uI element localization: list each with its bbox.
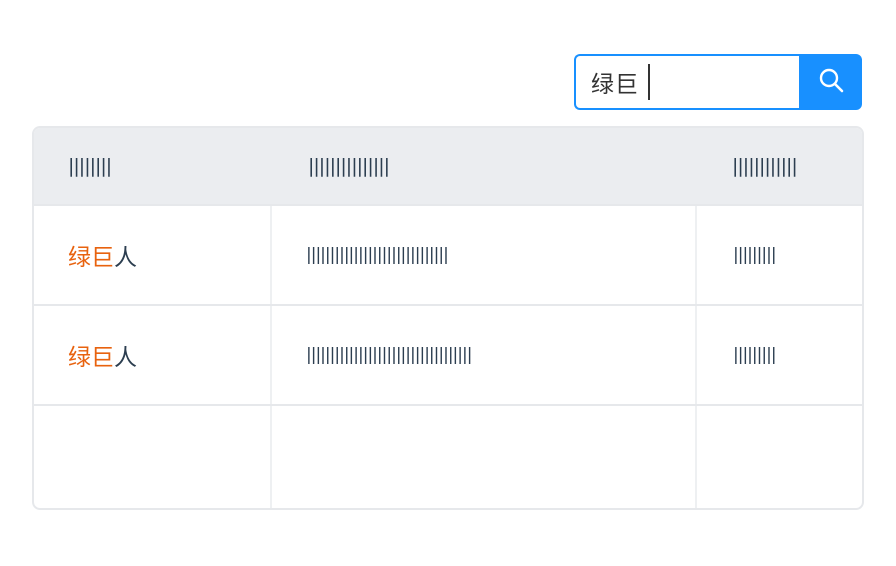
name-highlight: 绿巨 [68,345,114,371]
table-cell: ||||||||| [697,206,862,304]
name-cell [34,406,272,508]
table-cell: ||||||||||||||||||||||||||||||||||| [272,306,697,404]
results-table: |||||||| ||||||||||||||| |||||||||||| 绿巨… [32,126,864,510]
search-input[interactable]: 绿巨 [574,54,799,110]
column-header-label: ||||||||||||||| [308,155,390,177]
cell-text: |||||||||||||||||||||||||||||| [306,245,449,265]
search-bar: 绿巨 [574,54,862,110]
name-highlight: 绿巨 [68,245,114,271]
name-rest: 人 [114,245,137,271]
cell-text: ||||||||| [733,245,777,265]
column-header-label: |||||||||||| [732,155,798,177]
text-caret [648,64,650,100]
table-header: |||||||| ||||||||||||||| |||||||||||| [34,128,862,206]
name-text: 绿巨人 [68,238,137,272]
table-cell: |||||||||||||||||||||||||||||| [272,206,697,304]
search-button[interactable] [799,54,862,110]
search-icon [818,67,844,97]
table-cell [697,406,862,508]
cell-text: ||||||||| [733,345,777,365]
table-cell [272,406,697,508]
column-header: ||||||||||||||| [272,128,697,204]
name-text: 绿巨人 [68,338,137,372]
column-header-label: |||||||| [68,155,112,177]
name-cell: 绿巨人 [34,306,272,404]
table-row[interactable]: 绿巨人 |||||||||||||||||||||||||||||| |||||… [34,206,862,306]
name-rest: 人 [114,345,137,371]
search-input-value: 绿巨 [591,72,639,98]
table-row-empty [34,406,862,508]
table-cell: ||||||||| [697,306,862,404]
column-header: |||||||| [34,128,272,204]
name-cell: 绿巨人 [34,206,272,304]
table-row[interactable]: 绿巨人 ||||||||||||||||||||||||||||||||||| … [34,306,862,406]
cell-text: ||||||||||||||||||||||||||||||||||| [306,345,472,365]
column-header: |||||||||||| [697,128,862,204]
